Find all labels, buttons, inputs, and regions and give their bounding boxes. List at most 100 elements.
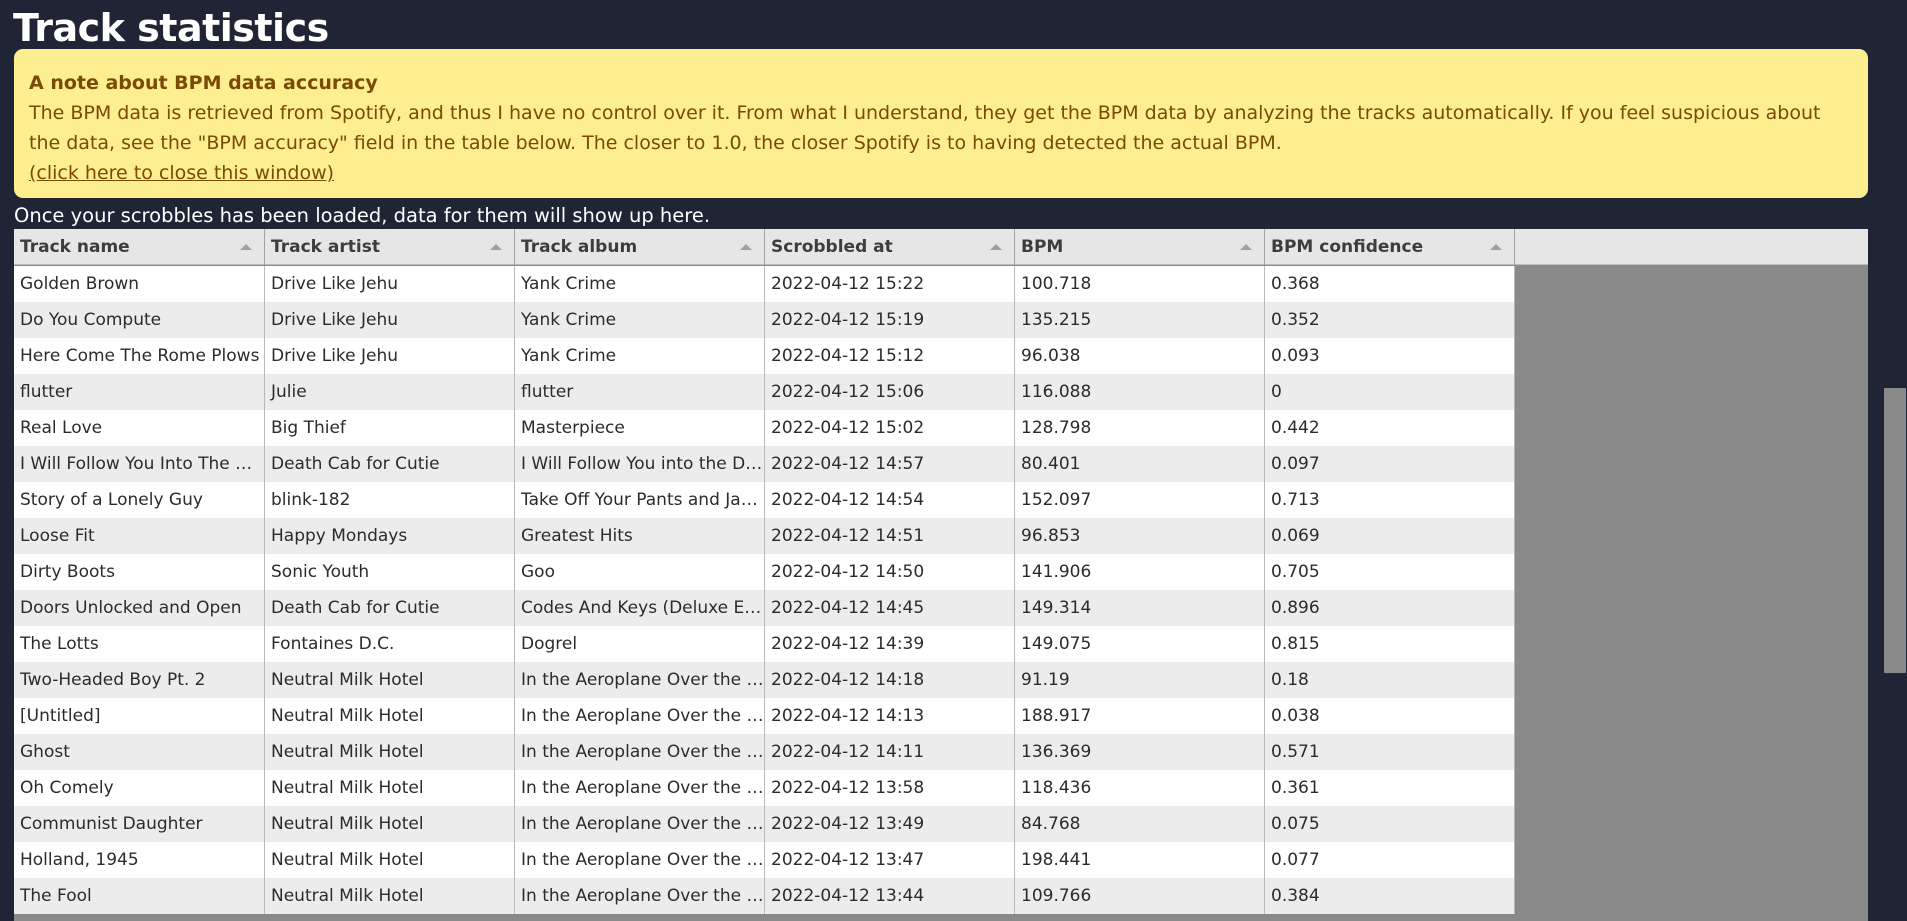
table-cell: 0.705 bbox=[1265, 554, 1515, 590]
loaded-note: Once your scrobbles has been loaded, dat… bbox=[14, 204, 711, 227]
table-cell: 0.18 bbox=[1265, 662, 1515, 698]
table-cell: 2022-04-12 14:39 bbox=[765, 626, 1015, 662]
table-cell: 0.442 bbox=[1265, 410, 1515, 446]
table-cell: 136.369 bbox=[1015, 734, 1265, 770]
table-cell: Neutral Milk Hotel bbox=[265, 878, 515, 914]
table-cell: Dogrel bbox=[515, 626, 765, 662]
table-cell: I Will Follow You into the Dark bbox=[515, 446, 765, 482]
table-cell: 2022-04-12 15:22 bbox=[765, 266, 1015, 302]
column-header-label: BPM confidence bbox=[1271, 237, 1424, 257]
table-cell: 0.571 bbox=[1265, 734, 1515, 770]
table-cell: 0 bbox=[1265, 374, 1515, 410]
table-cell: 0.352 bbox=[1265, 302, 1515, 338]
column-header-label: Track album bbox=[521, 237, 638, 257]
table-cell: Golden Brown bbox=[14, 266, 265, 302]
column-header-track-name[interactable]: Track name bbox=[14, 229, 265, 265]
table-cell: Communist Daughter bbox=[14, 806, 265, 842]
table-cell: 2022-04-12 15:06 bbox=[765, 374, 1015, 410]
table-cell: 2022-04-12 13:47 bbox=[765, 842, 1015, 878]
column-header-label: Track artist bbox=[271, 237, 380, 257]
table-cell: 2022-04-12 14:18 bbox=[765, 662, 1015, 698]
table-cell: Neutral Milk Hotel bbox=[265, 806, 515, 842]
table-cell: Neutral Milk Hotel bbox=[265, 734, 515, 770]
table-cell: Yank Crime bbox=[515, 266, 765, 302]
table-cell: 80.401 bbox=[1015, 446, 1265, 482]
table-cell: The Lotts bbox=[14, 626, 265, 662]
table-cell: Drive Like Jehu bbox=[265, 266, 515, 302]
table-cell: Death Cab for Cutie bbox=[265, 446, 515, 482]
table-row: flutter Julie flutter 2022-04-12 15:06 116.0… bbox=[14, 374, 1515, 410]
table-cell: 149.314 bbox=[1015, 590, 1265, 626]
table-cell: Fontaines D.C. bbox=[265, 626, 515, 662]
close-notice-link[interactable]: (click here to close this window) bbox=[29, 158, 334, 188]
table-cell: 128.798 bbox=[1015, 410, 1265, 446]
table-row: Two-Headed Boy Pt. 2 Neutral Milk Hotel In… bbox=[14, 662, 1515, 698]
table-cell: Neutral Milk Hotel bbox=[265, 662, 515, 698]
scrollbar-thumb[interactable] bbox=[1884, 388, 1906, 673]
table-cell: 96.038 bbox=[1015, 338, 1265, 374]
column-header-label: BPM bbox=[1021, 237, 1064, 257]
table-cell: 2022-04-12 14:45 bbox=[765, 590, 1015, 626]
table-row: Doors Unlocked and Open Death Cab for Cut… bbox=[14, 590, 1515, 626]
table-cell: 0.075 bbox=[1265, 806, 1515, 842]
column-header-scrobbled-at[interactable]: Scrobbled at bbox=[765, 229, 1015, 265]
table-cell: Oh Comely bbox=[14, 770, 265, 806]
table-cell: [Untitled] bbox=[14, 698, 265, 734]
sort-icon bbox=[1490, 244, 1502, 250]
table-cell: 0.077 bbox=[1265, 842, 1515, 878]
table-cell: 2022-04-12 14:57 bbox=[765, 446, 1015, 482]
table-cell: In the Aeroplane Over the Sea bbox=[515, 842, 765, 878]
bpm-accuracy-notice: A note about BPM data accuracy The BPM d… bbox=[14, 49, 1868, 198]
table-cell: In the Aeroplane Over the Sea bbox=[515, 878, 765, 914]
table-row: Real Love Big Thief Masterpiece 2022-04-12 … bbox=[14, 410, 1515, 446]
table-cell: Take Off Your Pants and Jacket bbox=[515, 482, 765, 518]
column-header-track-artist[interactable]: Track artist bbox=[265, 229, 515, 265]
table-cell: 0.368 bbox=[1265, 266, 1515, 302]
page: Track statistics A note about BPM data a… bbox=[0, 0, 1907, 921]
table-cell: 0.038 bbox=[1265, 698, 1515, 734]
table-cell: I Will Follow You Into The Dark bbox=[14, 446, 265, 482]
table-cell: Neutral Milk Hotel bbox=[265, 842, 515, 878]
table-cell: 2022-04-12 15:12 bbox=[765, 338, 1015, 374]
table-row: The Fool Neutral Milk Hotel In the Aeropla… bbox=[14, 878, 1515, 914]
table-cell: 2022-04-12 14:11 bbox=[765, 734, 1015, 770]
table-cell: The Fool bbox=[14, 878, 265, 914]
table-cell: In the Aeroplane Over the Sea bbox=[515, 806, 765, 842]
table-cell: 100.718 bbox=[1015, 266, 1265, 302]
table-cell: In the Aeroplane Over the Sea bbox=[515, 734, 765, 770]
table-cell: 2022-04-12 13:58 bbox=[765, 770, 1015, 806]
table-cell: 0.361 bbox=[1265, 770, 1515, 806]
table-row: [Untitled] Neutral Milk Hotel In the Aerop… bbox=[14, 698, 1515, 734]
table-cell: flutter bbox=[515, 374, 765, 410]
table-row: Golden Brown Drive Like Jehu Yank Crime 202… bbox=[14, 266, 1515, 302]
table-cell: 84.768 bbox=[1015, 806, 1265, 842]
table-cell: Masterpiece bbox=[515, 410, 765, 446]
table-cell: 0.069 bbox=[1265, 518, 1515, 554]
table-cell: In the Aeroplane Over the Sea bbox=[515, 770, 765, 806]
column-header-bpm[interactable]: BPM bbox=[1015, 229, 1265, 265]
table-cell: Julie bbox=[265, 374, 515, 410]
table-cell: Drive Like Jehu bbox=[265, 302, 515, 338]
sort-icon bbox=[490, 244, 502, 250]
column-header-track-album[interactable]: Track album bbox=[515, 229, 765, 265]
table-cell: 149.075 bbox=[1015, 626, 1265, 662]
table-cell: Loose Fit bbox=[14, 518, 265, 554]
table-row: Oh Comely Neutral Milk Hotel In the Aeropl… bbox=[14, 770, 1515, 806]
table-cell: 2022-04-12 13:49 bbox=[765, 806, 1015, 842]
table-row: Loose Fit Happy Mondays Greatest Hits 2022-… bbox=[14, 518, 1515, 554]
table-cell: Yank Crime bbox=[515, 338, 765, 374]
table-cell: 0.097 bbox=[1265, 446, 1515, 482]
table-cell: blink-182 bbox=[265, 482, 515, 518]
column-header-bpm-confidence[interactable]: BPM confidence bbox=[1265, 229, 1515, 265]
column-header-label: Track name bbox=[20, 237, 130, 257]
table-cell: flutter bbox=[14, 374, 265, 410]
table-cell: Do You Compute bbox=[14, 302, 265, 338]
table-header: Track name Track artist Track album Scro… bbox=[14, 229, 1868, 265]
page-title: Track statistics bbox=[13, 6, 329, 50]
table-cell: Drive Like Jehu bbox=[265, 338, 515, 374]
table-cell: 0.093 bbox=[1265, 338, 1515, 374]
table-cell: In the Aeroplane Over the Sea bbox=[515, 698, 765, 734]
table-cell: 188.917 bbox=[1015, 698, 1265, 734]
table-cell: 2022-04-12 13:44 bbox=[765, 878, 1015, 914]
table-cell: 118.436 bbox=[1015, 770, 1265, 806]
